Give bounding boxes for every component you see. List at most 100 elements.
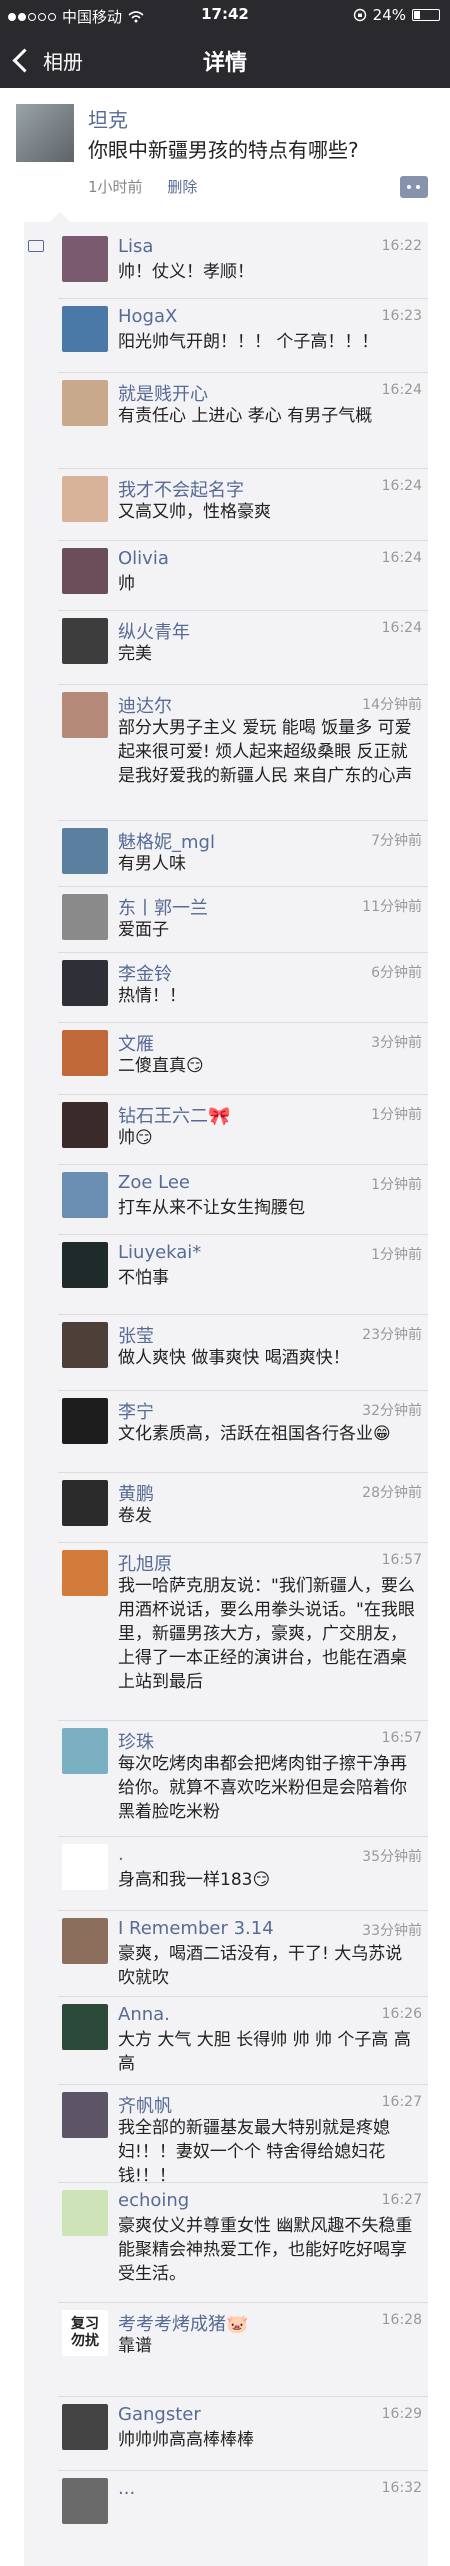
battery-icon	[412, 9, 440, 21]
author-avatar[interactable]	[16, 104, 74, 162]
commenter-avatar[interactable]	[62, 1918, 108, 1964]
commenter-name[interactable]: 孔旭原	[118, 1550, 172, 1576]
commenter-avatar[interactable]	[62, 692, 108, 738]
comment-text: 大方 大气 大胆 长得帅 帅 帅 个子高 高 高	[118, 2030, 411, 2074]
commenter-avatar[interactable]	[62, 1480, 108, 1526]
commenter-name[interactable]: HogaX	[118, 306, 177, 327]
commenter-name[interactable]: 黄鹏	[118, 1480, 154, 1506]
commenter-name[interactable]: Gangster	[118, 2404, 201, 2425]
comment-text: 帅	[118, 574, 135, 594]
comment-time: 16:24	[381, 550, 422, 566]
comment-text: 又高又帅，性格豪爽	[118, 502, 271, 522]
comment-separator	[58, 1472, 428, 1473]
commenter-name[interactable]: I Remember 3.14	[118, 1918, 274, 1939]
comment-text: 不怕事	[118, 1268, 169, 1288]
commenter-avatar[interactable]	[62, 1242, 108, 1288]
commenter-avatar[interactable]	[62, 2478, 108, 2524]
commenter-name[interactable]: 齐帆帆	[118, 2092, 172, 2118]
comment-time: 1分钟前	[371, 1177, 422, 1193]
commenter-name[interactable]: ...	[118, 2478, 135, 2499]
author-name[interactable]: 坦克	[88, 104, 128, 133]
status-bar: 中国移动 17:42 24%	[0, 0, 450, 30]
comment-separator	[58, 820, 428, 821]
commenter-avatar[interactable]	[62, 306, 108, 352]
commenter-avatar[interactable]	[62, 2092, 108, 2138]
commenter-name[interactable]: Olivia	[118, 548, 169, 569]
commenter-avatar[interactable]	[62, 618, 108, 664]
comment-time: 16:26	[381, 2006, 422, 2022]
comment-time: 3分钟前	[371, 1035, 422, 1051]
comment-time: 16:27	[381, 2192, 422, 2208]
comment-time: 16:24	[381, 382, 422, 398]
comment-text: 完美	[118, 644, 152, 664]
comment-text: 做人爽快 做事爽快 喝酒爽快！	[118, 1348, 350, 1368]
commenter-name[interactable]: 张莹	[118, 1322, 154, 1348]
comment-separator	[58, 2470, 428, 2471]
comment-text: 热情！！	[118, 986, 186, 1006]
comment-text: 文化素质高，活跃在祖国各行各业😁	[118, 1424, 391, 1444]
comment-text: 爱面子	[118, 920, 169, 940]
commenter-name[interactable]: 魅格妮_mgl	[118, 828, 215, 854]
commenter-name[interactable]: 李金铃	[118, 960, 172, 986]
commenter-name[interactable]: Anna.	[118, 2004, 170, 2025]
moment-post: 坦克 你眼中新疆男孩的特点有哪些? 1小时前 删除	[0, 88, 450, 218]
commenter-avatar[interactable]	[62, 2190, 108, 2236]
comment-separator	[58, 1164, 428, 1165]
commenter-avatar[interactable]	[62, 1030, 108, 1076]
more-actions-icon[interactable]	[400, 176, 428, 198]
comment-time: 14分钟前	[362, 697, 422, 713]
comment-text: 阳光帅气开朗！！！ 个子高！！！	[118, 332, 379, 352]
commenter-name[interactable]: 考考考烤成猪🐷	[118, 2310, 248, 2336]
commenter-name[interactable]: Zoe Lee	[118, 1172, 190, 1193]
comment-separator	[58, 1022, 428, 1023]
comment-separator	[58, 1390, 428, 1391]
commenter-name[interactable]: Lisa	[118, 236, 153, 257]
commenter-name[interactable]: 东丨郭一兰	[118, 894, 208, 920]
commenter-name[interactable]: 钻石王六二🎀	[118, 1102, 230, 1128]
commenter-avatar[interactable]	[62, 960, 108, 1006]
comment-separator	[58, 952, 428, 953]
post-meta: 1小时前 删除	[88, 176, 197, 197]
commenter-avatar[interactable]	[62, 1102, 108, 1148]
commenter-name[interactable]: echoing	[118, 2190, 189, 2211]
commenter-name[interactable]: 纵火青年	[118, 618, 190, 644]
post-time: 1小时前	[88, 178, 143, 196]
commenter-name[interactable]: .	[118, 1844, 124, 1865]
comment-text: 帅帅帅高高棒棒棒	[118, 2430, 254, 2450]
comment-text: 豪爽仗义并尊重女性 幽默风趣不失稳重 能聚精会神热爱工作，也能好吃好喝享受生活。	[118, 2216, 413, 2284]
commenter-name[interactable]: 我才不会起名字	[118, 476, 244, 502]
comment-time: 6分钟前	[371, 965, 422, 981]
commenter-avatar[interactable]	[62, 894, 108, 940]
comment-time: 16:27	[381, 2094, 422, 2110]
comment-separator	[58, 2302, 428, 2303]
commenter-name[interactable]: 珍珠	[118, 1728, 154, 1754]
commenter-avatar[interactable]	[62, 1322, 108, 1368]
comment-text: 靠谱	[118, 2336, 152, 2356]
commenter-name[interactable]: 李宁	[118, 1398, 154, 1424]
commenter-name[interactable]: 文雁	[118, 1030, 154, 1056]
comment-separator	[58, 684, 428, 685]
commenter-avatar[interactable]	[62, 1398, 108, 1444]
comment-time: 16:57	[381, 1552, 422, 1568]
commenter-avatar[interactable]	[62, 1728, 108, 1774]
commenter-avatar[interactable]	[62, 1172, 108, 1218]
commenter-avatar[interactable]	[62, 2404, 108, 2450]
commenter-avatar[interactable]	[62, 380, 108, 426]
commenter-avatar[interactable]	[62, 476, 108, 522]
commenter-avatar[interactable]	[62, 828, 108, 874]
comment-time: 35分钟前	[362, 1849, 422, 1865]
commenter-avatar[interactable]: 复习 勿扰	[62, 2310, 108, 2356]
commenter-avatar[interactable]	[62, 1550, 108, 1596]
commenter-name[interactable]: 迪达尔	[118, 692, 172, 718]
comment-time: 16:28	[381, 2312, 422, 2328]
comment-bubble-icon	[28, 240, 44, 252]
commenter-avatar[interactable]	[62, 2004, 108, 2050]
commenter-avatar[interactable]	[62, 236, 108, 282]
commenter-name[interactable]: Liuyekai*	[118, 1242, 201, 1263]
delete-link[interactable]: 删除	[167, 178, 197, 196]
commenter-avatar[interactable]	[62, 1844, 108, 1890]
comment-time: 16:22	[381, 238, 422, 254]
commenter-avatar[interactable]	[62, 548, 108, 594]
post-text: 你眼中新疆男孩的特点有哪些?	[88, 138, 359, 162]
commenter-name[interactable]: 就是贱开心	[118, 380, 208, 406]
